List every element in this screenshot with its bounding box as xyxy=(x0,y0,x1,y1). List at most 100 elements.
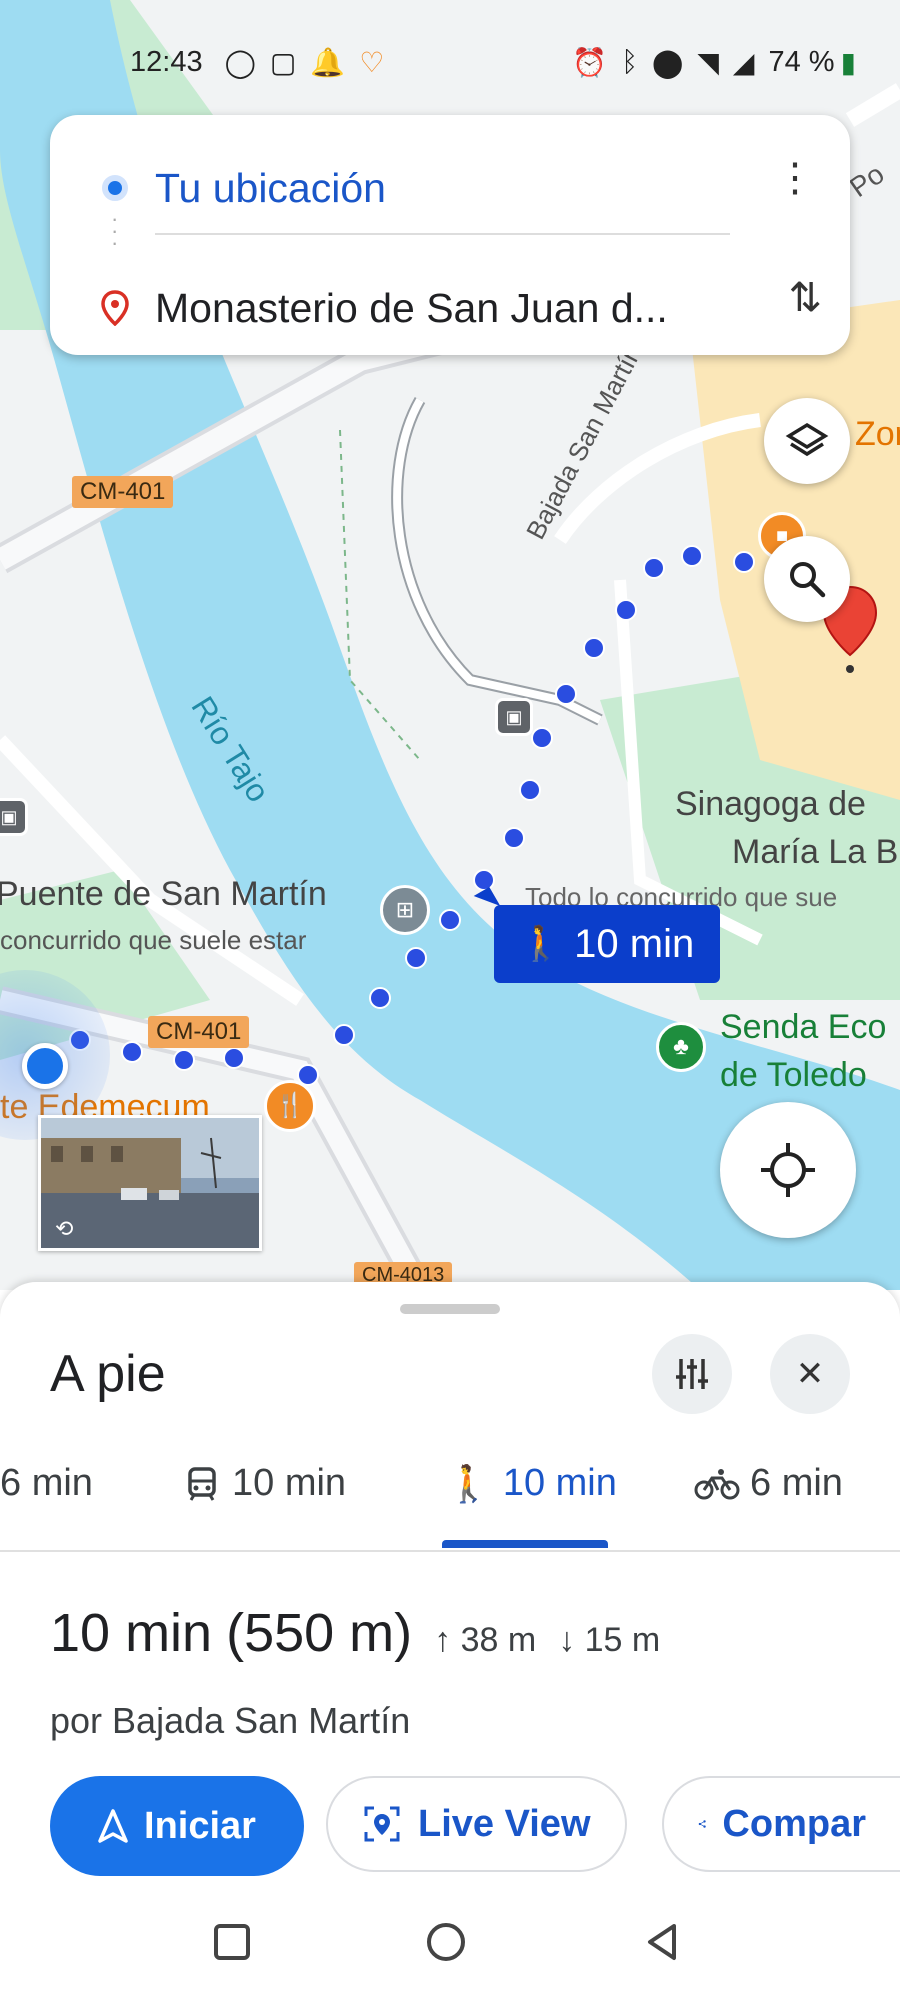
origin-row[interactable]: Tu ubicación xyxy=(50,143,850,233)
app-icon: ♡ xyxy=(359,46,385,78)
route-dot xyxy=(473,869,495,891)
synagogue-label-2: María La B xyxy=(732,833,899,871)
street-view-thumbnail[interactable]: ⟲ xyxy=(38,1115,262,1251)
battery-icon: ▮ xyxy=(840,46,856,78)
route-options-button[interactable] xyxy=(652,1334,732,1414)
location-icon: ⬤ xyxy=(652,46,684,78)
elevation-up: ↑ 38 m xyxy=(434,1621,537,1659)
zone-label: Zon xyxy=(855,415,900,453)
system-nav-bar xyxy=(0,1905,900,1985)
tab-walk-label: 10 min xyxy=(502,1462,617,1504)
whatsapp-icon: ◯ xyxy=(224,46,256,78)
walk-tab-icon: 🚶 xyxy=(446,1462,491,1504)
rotate-360-icon: ⟲ xyxy=(55,1216,74,1241)
tab-bike[interactable]: 6 min xyxy=(694,1462,843,1505)
tab-walk[interactable]: 🚶 10 min xyxy=(446,1462,617,1505)
bike-icon xyxy=(694,1468,740,1499)
synagogue-label-1: Sinagoga de xyxy=(675,785,866,823)
tab-transit-label: 10 min xyxy=(232,1462,347,1504)
drag-handle[interactable] xyxy=(400,1304,500,1314)
recents-icon[interactable] xyxy=(210,1920,254,1964)
wifi-icon: ◥ xyxy=(697,46,719,78)
bridge-label: Puente de San Martín xyxy=(0,875,327,913)
route-time-pill[interactable]: 🚶 10 min xyxy=(494,905,720,983)
route-dot xyxy=(369,987,391,1009)
summary-time: 10 min xyxy=(50,1603,213,1663)
bridge-marker-icon[interactable]: ⊞ xyxy=(380,885,430,935)
notification-icon: 🔔 xyxy=(310,46,346,78)
route-via: por Bajada San Martín xyxy=(50,1700,411,1741)
origin-dot-icon xyxy=(102,175,128,201)
route-summary: 10 min (550 m) ↑ 38 m ↓ 15 m xyxy=(50,1602,660,1664)
mode-title: A pie xyxy=(50,1345,166,1403)
route-dot xyxy=(531,727,553,749)
arrow-up-icon: ↑ xyxy=(434,1621,461,1659)
travel-mode-tabs: 6 min 10 min 🚶 10 min 6 min xyxy=(0,1432,900,1552)
route-dot xyxy=(121,1041,143,1063)
directions-sheet: A pie ✕ 6 min 10 min 🚶 10 min 6 min 10 m… xyxy=(0,1282,900,2000)
route-dot xyxy=(681,545,703,567)
route-dot xyxy=(439,909,461,931)
instagram-icon: ▢ xyxy=(269,46,297,78)
share-label: Compar xyxy=(722,1802,866,1845)
battery-level: 74 % xyxy=(768,45,835,78)
crosshair-icon xyxy=(761,1143,815,1197)
navigation-arrow-icon xyxy=(98,1809,128,1843)
road-shield-cm401: CM-401 xyxy=(72,476,174,508)
alarm-icon: ⏰ xyxy=(572,46,608,78)
trail-label-1: Senda Eco xyxy=(720,1008,887,1046)
route-dot xyxy=(405,947,427,969)
route-dot xyxy=(733,551,755,573)
live-view-button[interactable]: Live View xyxy=(326,1776,627,1872)
route-dot xyxy=(615,599,637,621)
current-location-dot xyxy=(22,1043,68,1089)
destination-field[interactable]: Monasterio de San Juan d... xyxy=(155,285,668,332)
share-icon xyxy=(698,1820,706,1828)
arrow-down-icon: ↓ xyxy=(558,1621,585,1659)
swap-endpoints-button[interactable]: ⇅ xyxy=(788,275,822,321)
bus-stop-icon-2[interactable]: ▣ xyxy=(0,798,28,836)
clock: 12:43 xyxy=(130,45,203,78)
signal-icon: ◢ xyxy=(732,46,755,78)
route-dot xyxy=(223,1047,245,1069)
home-icon[interactable] xyxy=(424,1920,468,1964)
origin-field[interactable]: Tu ubicación xyxy=(155,165,386,212)
walk-icon: 🚶 xyxy=(519,925,563,963)
search-along-route-button[interactable] xyxy=(764,536,850,622)
restaurant-marker-icon[interactable]: 🍴 xyxy=(264,1080,316,1132)
park-marker-icon[interactable]: ♣ xyxy=(656,1022,706,1072)
route-dot xyxy=(333,1024,355,1046)
route-connector: · · · xyxy=(111,206,119,255)
destination-pin-outline-icon xyxy=(101,290,129,326)
status-bar: 12:43 ◯ ▢ 🔔 ♡ ⏰ ᛒ ⬤ ◥ ◢ 74 % ▮ xyxy=(130,40,870,84)
route-dot xyxy=(643,557,665,579)
destination-row[interactable]: Monasterio de San Juan d... xyxy=(50,263,850,353)
live-view-icon xyxy=(364,1806,400,1842)
route-card: Tu ubicación · · · Monasterio de San Juan … xyxy=(50,115,850,355)
tab-transit[interactable]: 10 min xyxy=(186,1462,346,1505)
route-dot xyxy=(173,1049,195,1071)
tab-drive[interactable]: 6 min xyxy=(0,1462,93,1505)
my-location-button[interactable] xyxy=(720,1102,856,1238)
start-button[interactable]: Iniciar xyxy=(50,1776,304,1876)
road-shield-cm401-b: CM-401 xyxy=(148,1016,250,1048)
bridge-busy-label: concurrido que suele estar xyxy=(0,925,307,955)
route-dot xyxy=(503,827,525,849)
map-view[interactable]: Bajada San Martín Río Tajo CM-401 CM-401… xyxy=(0,0,900,1290)
elevation-down: ↓ 15 m xyxy=(558,1621,661,1659)
layers-button[interactable] xyxy=(764,398,850,484)
trail-label-2: de Toledo xyxy=(720,1056,867,1094)
bus-stop-icon[interactable]: ▣ xyxy=(495,698,533,736)
tab-bike-label: 6 min xyxy=(750,1462,843,1504)
active-tab-indicator xyxy=(442,1540,608,1548)
layers-icon xyxy=(785,422,829,457)
back-icon[interactable] xyxy=(640,1920,684,1964)
summary-distance: (550 m) xyxy=(226,1603,413,1663)
search-icon xyxy=(790,562,826,598)
close-button[interactable]: ✕ xyxy=(770,1334,850,1414)
more-options-button[interactable]: ⋮ xyxy=(775,155,815,201)
share-button[interactable]: Compar xyxy=(662,1776,900,1872)
bluetooth-icon: ᛒ xyxy=(621,46,639,77)
route-dot xyxy=(519,779,541,801)
tab-drive-label: 6 min xyxy=(0,1462,93,1504)
